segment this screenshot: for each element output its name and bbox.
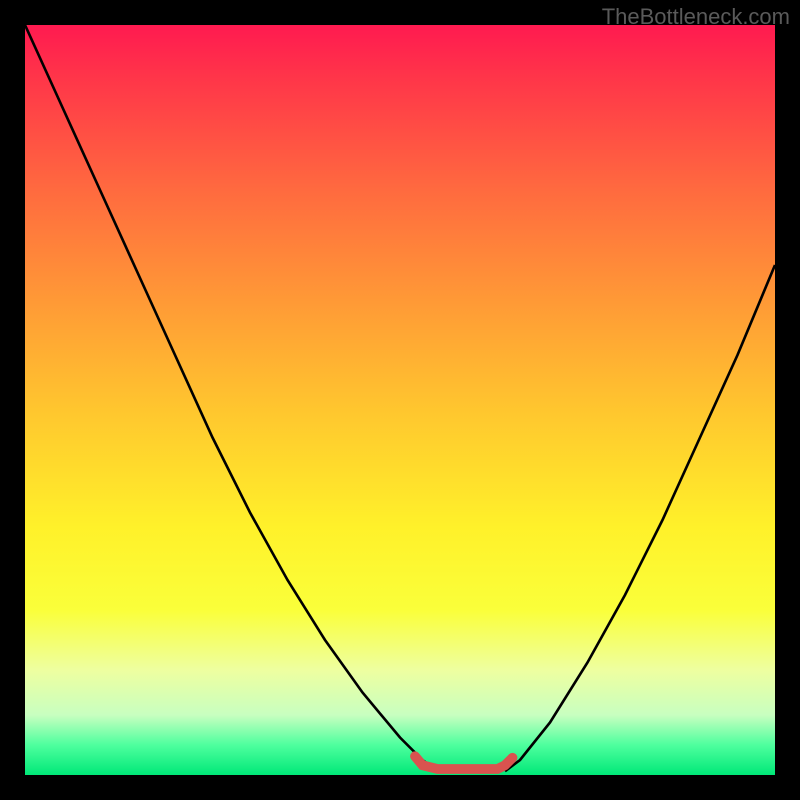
bottom-marker: [415, 756, 513, 769]
right-curve: [505, 265, 775, 771]
plot-area: [25, 25, 775, 775]
left-curve: [25, 25, 438, 771]
chart-svg: [25, 25, 775, 775]
watermark-text: TheBottleneck.com: [602, 4, 790, 30]
